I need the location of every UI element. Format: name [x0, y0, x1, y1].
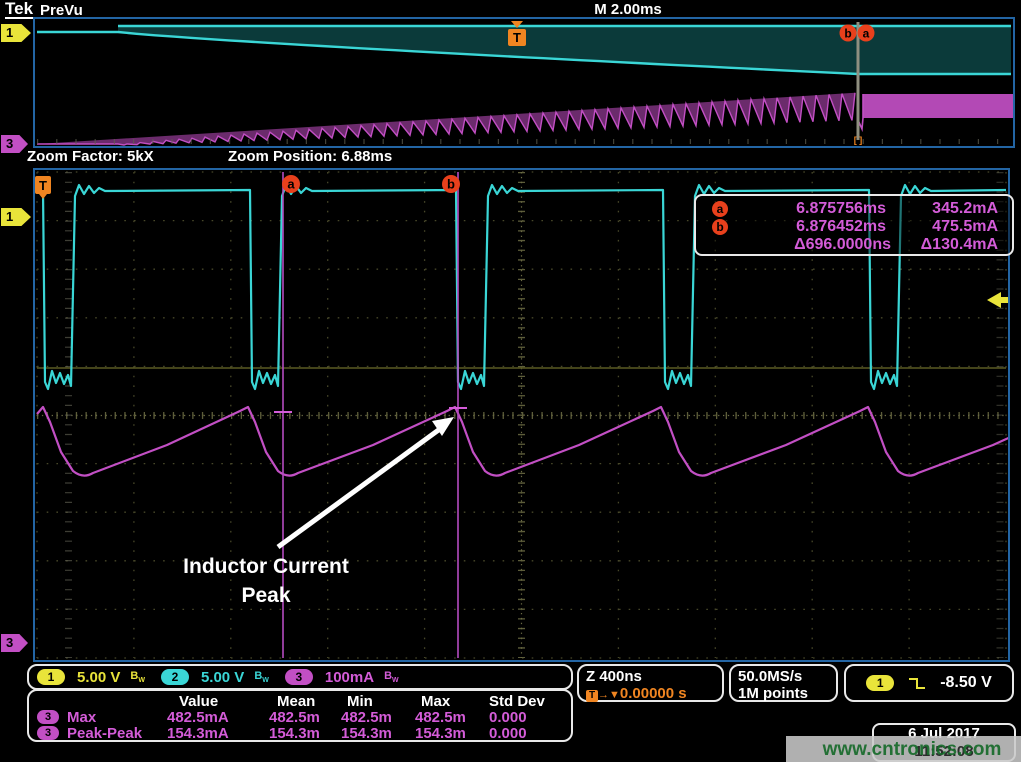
meas-header-min: Min — [347, 693, 373, 710]
cursor-a-value: 345.2mA — [868, 200, 998, 218]
zoom-scale-label: Z 400ns — [586, 668, 722, 685]
meas-stddev: 0.000 — [489, 725, 527, 742]
bandwidth-limit-icon-3: BW — [384, 670, 399, 684]
channel-1-marker-main[interactable]: 1 — [1, 208, 31, 226]
meas-mean: 482.5m — [269, 709, 320, 726]
cursor-a-badge: a — [712, 201, 728, 217]
cursor-b-badge: b — [712, 219, 728, 235]
cursor-a-time: 6.875756ms — [736, 200, 886, 218]
meas-min: 154.3m — [341, 725, 392, 742]
measurement-row-peakpeak: 3 Peak-Peak 154.3mA 154.3m 154.3m 154.3m… — [29, 725, 571, 742]
horizontal-position-readout: T→▼0.00000 s — [586, 685, 722, 704]
svg-text:a: a — [287, 177, 295, 192]
channel-2-badge[interactable]: 2 — [161, 669, 189, 685]
channel-2-scale[interactable]: 5.00 V — [201, 669, 244, 686]
channel-1-badge[interactable]: 1 — [37, 669, 65, 685]
trigger-level-label: -8.50 V — [940, 674, 992, 692]
bandwidth-limit-icon-1: BW — [130, 670, 145, 684]
oscilloscope-screen: Tek PreVu M 2.00ms [ ]Tba 1 3 Zoom Facto… — [0, 0, 1021, 767]
meas-name: Peak-Peak — [67, 725, 142, 742]
record-length-label: 1M points — [738, 685, 836, 702]
meas-header-value: Value — [179, 693, 218, 710]
annotation-line2: Peak — [151, 581, 381, 610]
bandwidth-limit-icon-2: BW — [254, 670, 269, 684]
falling-edge-icon — [907, 676, 927, 691]
annotation-text: Inductor Current Peak — [151, 552, 381, 610]
svg-text:T: T — [39, 178, 47, 193]
cursor-b-time: 6.876452ms — [736, 218, 886, 236]
channel-3-marker-main[interactable]: 3 — [1, 634, 28, 652]
measurement-row-max: 3 Max 482.5mA 482.5m 482.5m 482.5m 0.000 — [29, 709, 571, 726]
ch2-envelope-fill — [118, 26, 1011, 74]
svg-text:a: a — [863, 27, 870, 41]
meas-source-badge: 3 — [37, 726, 59, 740]
watermark-text: www.cntronics.com — [806, 739, 1018, 761]
meas-stddev: 0.000 — [489, 709, 527, 726]
bottom-strip — [0, 762, 1021, 767]
trigger-panel[interactable]: 1 -8.50 V — [844, 664, 1014, 702]
meas-name: Max — [67, 709, 96, 726]
trigger-level-arrow — [987, 292, 1001, 308]
svg-text:T: T — [513, 30, 521, 45]
channel-readout-bar: 1 5.00 V BW 2 5.00 V BW 3 100mA BW — [27, 664, 573, 690]
overview-window: [ ] Tba — [33, 17, 1015, 148]
timebase-readout[interactable]: M 2.00ms — [563, 1, 693, 18]
meas-max: 154.3m — [415, 725, 466, 742]
horizontal-position-value: 0.00000 s — [620, 685, 687, 702]
channel-3-badge[interactable]: 3 — [285, 669, 313, 685]
ch3-overview-band — [863, 94, 1013, 118]
svg-text:b: b — [447, 177, 455, 192]
meas-header-mean: Mean — [277, 693, 315, 710]
meas-source-badge: 3 — [37, 710, 59, 724]
meas-value: 154.3mA — [167, 725, 229, 742]
annotation-arrow — [278, 426, 444, 547]
trigger-source-badge: 1 — [866, 675, 894, 691]
meas-max: 482.5m — [415, 709, 466, 726]
channel-3-scale[interactable]: 100mA — [325, 669, 374, 686]
zoom-factor-label[interactable]: Zoom Factor: 5kX — [27, 148, 154, 165]
cursor-delta-value: Δ130.4mA — [868, 236, 998, 254]
cursor-b-value: 475.5mA — [868, 218, 998, 236]
acquisition-panel[interactable]: 50.0MS/s 1M points — [729, 664, 838, 702]
meas-min: 482.5m — [341, 709, 392, 726]
svg-text:[ ]: [ ] — [854, 135, 863, 145]
tek-logo: Tek — [5, 0, 33, 19]
meas-header-stddev: Std Dev — [489, 693, 545, 710]
channel-1-scale[interactable]: 5.00 V — [77, 669, 120, 686]
trigger-arrow-icon: →▼ — [598, 689, 620, 701]
cursor-readout-panel: a 6.875756ms 345.2mA b 6.876452ms 475.5m… — [694, 194, 1014, 256]
channel-1-marker-overview[interactable]: 1 — [1, 24, 31, 42]
cursor-delta-time: Δ696.0000ns — [726, 236, 891, 254]
zoom-bar: Zoom Factor: 5kX Zoom Position: 6.88ms — [0, 148, 1021, 168]
meas-mean: 154.3m — [269, 725, 320, 742]
svg-text:b: b — [844, 27, 851, 41]
meas-header-max: Max — [421, 693, 450, 710]
meas-value: 482.5mA — [167, 709, 229, 726]
ch3-overview-trace — [37, 93, 855, 145]
waveform-overview: [ ] Tba — [35, 19, 1013, 146]
annotation-line1: Inductor Current — [151, 552, 381, 581]
sample-rate-label: 50.0MS/s — [738, 668, 836, 685]
measurement-panel: Value Mean Min Max Std Dev 3 Max 482.5mA… — [27, 689, 573, 742]
horizontal-zoom-panel[interactable]: Z 400ns T→▼0.00000 s — [577, 664, 724, 702]
trigger-glyph-icon: T — [586, 690, 598, 702]
zoom-position-label[interactable]: Zoom Position: 6.88ms — [228, 148, 392, 165]
